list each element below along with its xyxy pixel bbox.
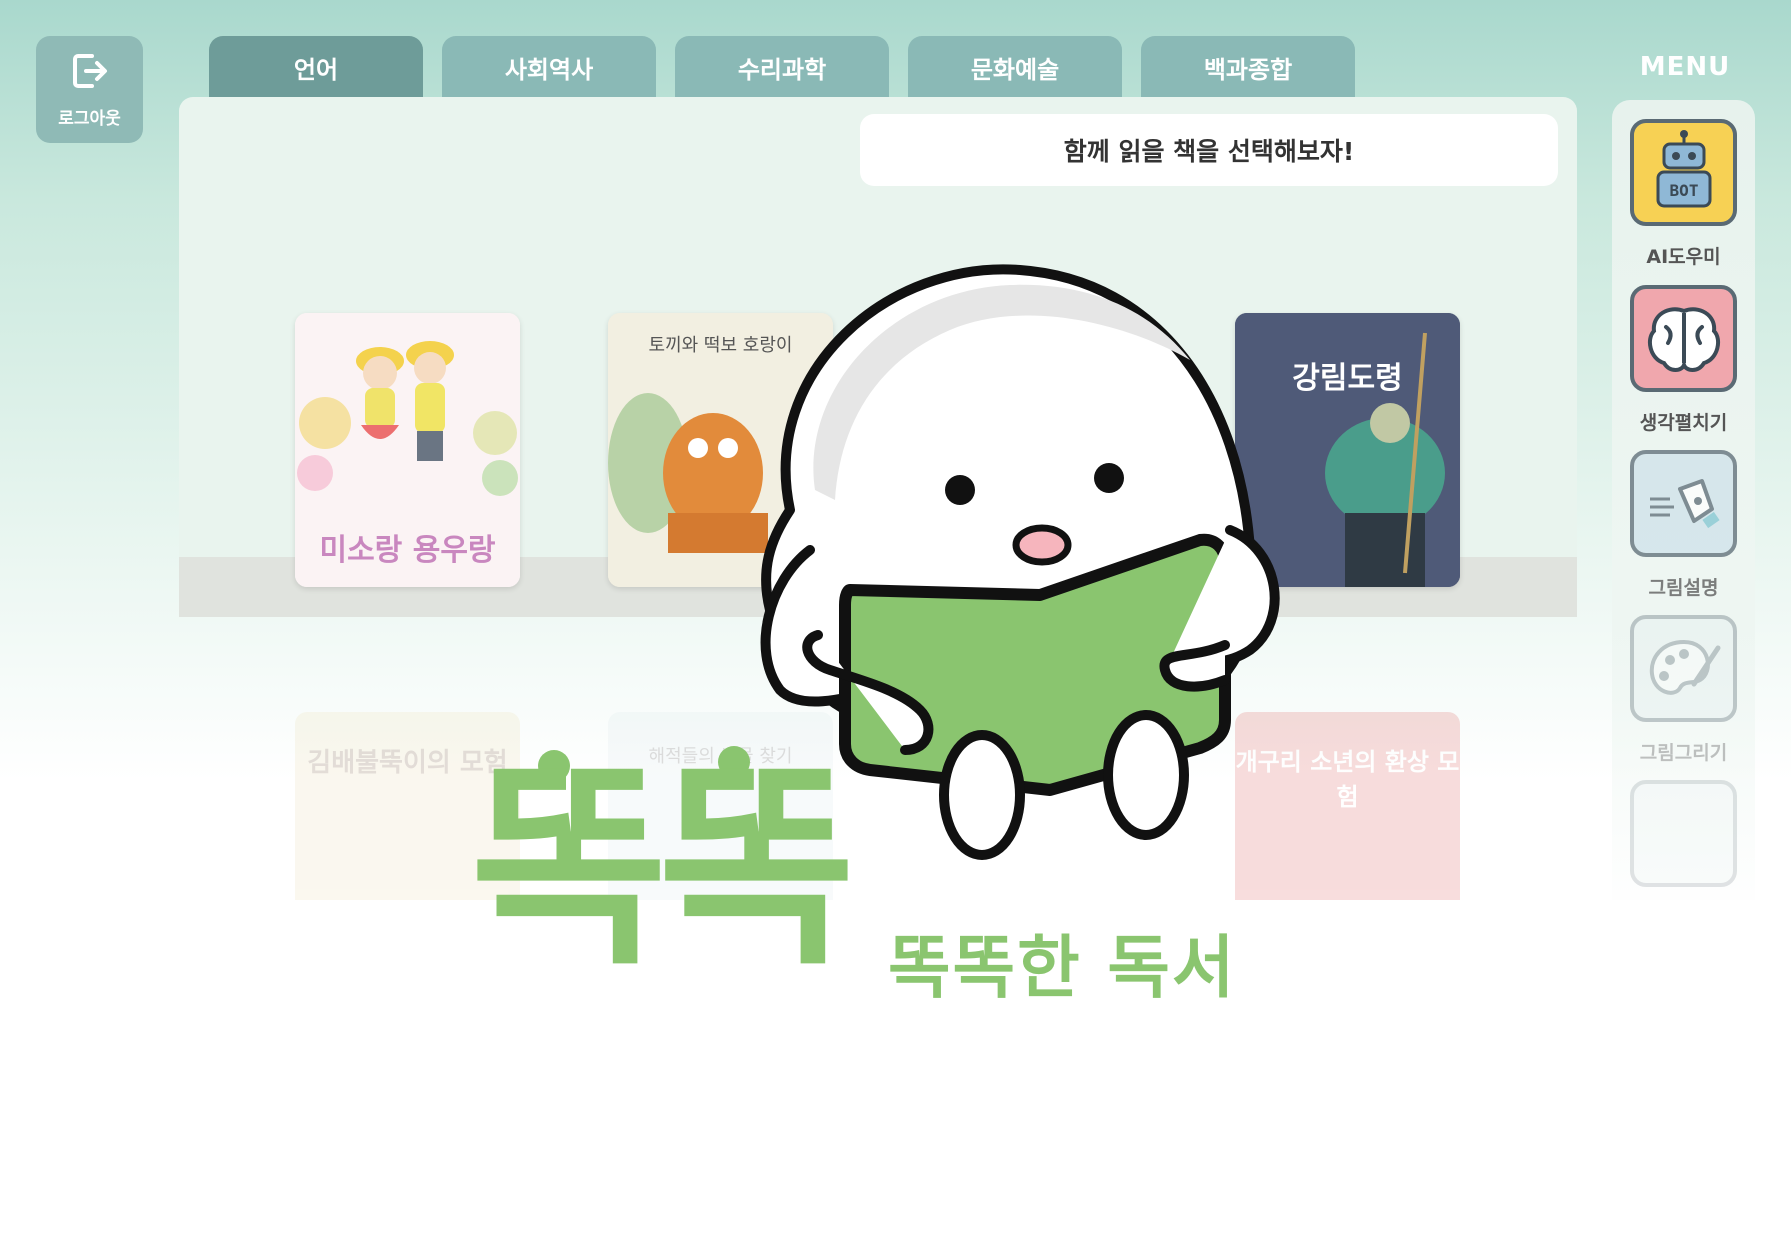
- tab-social-history[interactable]: 사회역사: [442, 36, 656, 98]
- tab-label: 백과종합: [1203, 55, 1293, 84]
- circle-icon: [1630, 780, 1737, 887]
- tab-label: 언어: [293, 55, 339, 84]
- app-logo: 똑똑: [470, 742, 856, 993]
- palette-icon: [1630, 615, 1737, 722]
- tab-math-science[interactable]: 수리과학: [675, 36, 889, 98]
- menu-label: 그림설명: [1648, 577, 1719, 599]
- book-title: 미소랑 용우랑: [319, 533, 496, 568]
- menu-expand-thoughts[interactable]: 생각펼치기: [1630, 285, 1737, 435]
- pen-nib-icon: [1630, 450, 1737, 557]
- menu-label: 그림그리기: [1639, 742, 1728, 764]
- tab-label: 수리과학: [737, 55, 827, 84]
- logout-icon: [70, 50, 110, 96]
- tab-language[interactable]: 언어: [209, 36, 423, 98]
- book-cover-1[interactable]: 미소랑 용우랑: [295, 313, 520, 587]
- robot-bot-icon: BOT: [1630, 119, 1737, 226]
- instruction-banner: 함께 읽을 책을 선택해보자!: [860, 114, 1558, 186]
- app-tagline: 똑똑한 독서: [888, 929, 1237, 1008]
- menu-label: AI도우미: [1646, 246, 1721, 268]
- menu-label: 생각펼치기: [1639, 412, 1728, 434]
- brain-icon: [1630, 285, 1737, 392]
- logout-label: 로그아웃: [58, 109, 121, 129]
- menu-extra-faded: [1630, 780, 1737, 887]
- menu-title: MENU: [1639, 52, 1731, 82]
- menu-picture-description[interactable]: 그림설명: [1630, 450, 1737, 600]
- tab-culture-art[interactable]: 문화예술: [908, 36, 1122, 98]
- logout-button[interactable]: 로그아웃: [36, 36, 143, 143]
- tab-label: 사회역사: [504, 55, 594, 84]
- tab-encyclopedia[interactable]: 백과종합: [1141, 36, 1355, 98]
- svg-text:BOT: BOT: [1669, 181, 1698, 200]
- menu-ai-helper[interactable]: BOT AI도우미: [1630, 119, 1737, 269]
- tab-label: 문화예술: [970, 55, 1060, 84]
- menu-drawing[interactable]: 그림그리기: [1630, 615, 1737, 765]
